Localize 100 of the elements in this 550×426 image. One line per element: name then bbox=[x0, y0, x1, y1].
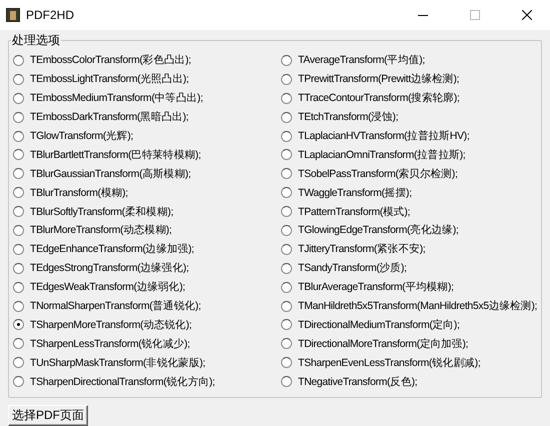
radio-icon[interactable] bbox=[281, 357, 292, 368]
radio-option[interactable]: TLaplacianOmniTransform(拉普拉斯); bbox=[281, 145, 538, 164]
option-label: TJitteryTransform(紧张不安); bbox=[298, 242, 426, 256]
radio-option[interactable]: TSharpenEvenLessTransform(锐化剧减); bbox=[281, 353, 538, 372]
radio-option[interactable]: TEdgesWeakTransform(边缘弱化); bbox=[13, 278, 281, 297]
radio-option[interactable]: TBlurSoftlyTransform(柔和模糊); bbox=[13, 202, 281, 222]
option-label: TEmbossMediumTransform(中等凸出); bbox=[30, 91, 203, 106]
radio-option[interactable]: TDirectionalMoreTransform(定向加强); bbox=[281, 334, 538, 354]
radio-option[interactable]: TBlurMoreTransform(动态模糊); bbox=[13, 221, 281, 240]
radio-icon[interactable] bbox=[281, 74, 292, 85]
radio-option[interactable]: TDirectionalMediumTransform(定向); bbox=[281, 315, 538, 334]
radio-option[interactable]: TWaggleTransform(摇摆); bbox=[281, 183, 538, 202]
radio-icon[interactable] bbox=[281, 224, 292, 236]
option-label: TSharpenEvenLessTransform(锐化剧减); bbox=[298, 356, 480, 370]
radio-option[interactable]: TEtchTransform(浸蚀); bbox=[281, 108, 538, 127]
radio-option[interactable]: TSandyTransform(沙质); bbox=[281, 258, 538, 278]
radio-option[interactable]: TBlurBartlettTransform(巴特莱特模糊); bbox=[13, 145, 281, 164]
option-label: TEdgesStrongTransform(边缘强化); bbox=[30, 261, 189, 276]
radio-option[interactable]: TGlowTransform(光辉); bbox=[13, 126, 281, 146]
radio-option[interactable]: TNormalSharpenTransform(普通锐化); bbox=[13, 296, 281, 316]
radio-option[interactable]: TEmbossMediumTransform(中等凸出); bbox=[13, 88, 281, 108]
radio-icon[interactable] bbox=[281, 319, 292, 330]
radio-option[interactable]: TEdgesStrongTransform(边缘强化); bbox=[13, 258, 281, 278]
radio-icon[interactable] bbox=[13, 92, 24, 104]
option-label: TLaplacianHVTransform(拉普拉斯HV); bbox=[298, 129, 470, 143]
radio-icon[interactable] bbox=[13, 282, 24, 293]
option-label: TGlowingEdgeTransform(亮化边缘); bbox=[298, 223, 458, 238]
option-label: TSharpenLessTransform(锐化减少); bbox=[30, 336, 190, 351]
radio-icon[interactable] bbox=[281, 206, 292, 218]
radio-icon[interactable] bbox=[281, 168, 292, 180]
radio-icon[interactable] bbox=[13, 244, 24, 255]
radio-option[interactable]: TNegativeTransform(反色); bbox=[281, 372, 538, 392]
radio-option[interactable]: TAverageTransform(平均值); bbox=[281, 51, 538, 70]
radio-option[interactable]: TGlowingEdgeTransform(亮化边缘); bbox=[281, 221, 538, 240]
close-icon bbox=[522, 10, 532, 20]
group-title: 处理选项 bbox=[11, 32, 61, 49]
option-label: TSobelPassTransform(索贝尔检测); bbox=[298, 166, 458, 181]
radio-option[interactable]: TTraceContourTransform(搜索轮廓); bbox=[281, 88, 538, 108]
option-label: TAverageTransform(平均值); bbox=[298, 53, 425, 68]
radio-icon[interactable] bbox=[13, 206, 24, 218]
option-label: TBlurMoreTransform(动态模糊); bbox=[30, 223, 172, 238]
radio-option[interactable]: TJitteryTransform(紧张不安); bbox=[281, 240, 538, 259]
radio-icon[interactable] bbox=[281, 130, 292, 142]
radio-icon[interactable] bbox=[13, 338, 24, 350]
radio-icon[interactable] bbox=[281, 187, 292, 198]
option-label: TBlurTransform(模糊); bbox=[30, 186, 128, 200]
option-label: TWaggleTransform(摇摆); bbox=[298, 186, 412, 200]
option-label: TTraceContourTransform(搜索轮廓); bbox=[298, 91, 460, 106]
radio-option[interactable]: TSobelPassTransform(索贝尔检测); bbox=[281, 164, 538, 184]
radio-option[interactable]: TBlurAverageTransform(平均模糊); bbox=[281, 278, 538, 297]
radio-icon[interactable] bbox=[281, 282, 292, 293]
option-label: TDirectionalMediumTransform(定向); bbox=[298, 318, 460, 332]
radio-icon[interactable] bbox=[13, 187, 24, 198]
radio-option[interactable]: TUnSharpMaskTransform(非锐化蒙版); bbox=[13, 353, 281, 372]
radio-option[interactable]: TPatternTransform(模式); bbox=[281, 202, 538, 222]
radio-icon[interactable] bbox=[281, 92, 292, 104]
radio-icon[interactable] bbox=[13, 74, 24, 85]
radio-icon[interactable] bbox=[13, 357, 24, 368]
radio-icon[interactable] bbox=[13, 224, 24, 236]
option-label: TNegativeTransform(反色); bbox=[298, 374, 418, 389]
option-label: TEdgesWeakTransform(边缘弱化); bbox=[30, 280, 186, 294]
radio-option[interactable]: TEmbossDarkTransform(黑暗凸出); bbox=[13, 108, 281, 127]
option-label: TBlurAverageTransform(平均模糊); bbox=[298, 280, 454, 294]
option-label: TEmbossColorTransform(彩色凸出); bbox=[30, 53, 191, 68]
radio-icon[interactable] bbox=[13, 130, 24, 142]
radio-icon[interactable] bbox=[281, 262, 292, 274]
radio-option[interactable]: TEmbossColorTransform(彩色凸出); bbox=[13, 51, 281, 70]
radio-icon[interactable] bbox=[281, 338, 292, 350]
radio-icon[interactable] bbox=[281, 300, 292, 312]
radio-option[interactable]: TBlurGaussianTransform(高斯模糊); bbox=[13, 164, 281, 184]
radio-icon[interactable] bbox=[13, 54, 24, 66]
radio-icon[interactable] bbox=[13, 149, 24, 160]
select-pdf-button[interactable]: 选择PDF页面 bbox=[8, 405, 88, 426]
radio-option[interactable]: TBlurTransform(模糊); bbox=[13, 183, 281, 202]
app-icon bbox=[6, 8, 20, 22]
radio-option[interactable]: TEdgeEnhanceTransform(边缘加强); bbox=[13, 240, 281, 259]
option-label: TSharpenMoreTransform(动态锐化); bbox=[30, 318, 192, 332]
radio-option[interactable]: TSharpenMoreTransform(动态锐化); bbox=[13, 315, 281, 334]
radio-icon[interactable] bbox=[281, 149, 292, 160]
radio-icon[interactable] bbox=[13, 262, 24, 274]
radio-icon[interactable] bbox=[281, 376, 292, 388]
window-title: PDF2HD bbox=[26, 8, 76, 22]
radio-option[interactable]: TManHildreth5x5Transform(ManHildreth5x5边缘检测); bbox=[281, 296, 538, 316]
radio-option[interactable]: TSharpenLessTransform(锐化减少); bbox=[13, 334, 281, 354]
radio-icon[interactable] bbox=[281, 244, 292, 255]
radio-option[interactable]: TSharpenDirectionalTransform(锐化方向); bbox=[13, 372, 281, 392]
radio-icon[interactable] bbox=[281, 112, 292, 123]
radio-option[interactable]: TEmbossLightTransform(光照凸出); bbox=[13, 70, 281, 89]
radio-icon[interactable] bbox=[13, 112, 24, 123]
radio-icon[interactable] bbox=[281, 54, 292, 66]
option-label: TGlowTransform(光辉); bbox=[30, 129, 134, 143]
radio-option[interactable]: TLaplacianHVTransform(拉普拉斯HV); bbox=[281, 126, 538, 146]
radio-icon[interactable] bbox=[13, 319, 24, 330]
maximize-icon bbox=[470, 10, 480, 20]
option-label: TEmbossLightTransform(光照凸出); bbox=[30, 72, 189, 86]
radio-icon[interactable] bbox=[13, 168, 24, 180]
radio-icon[interactable] bbox=[13, 376, 24, 388]
radio-icon[interactable] bbox=[13, 300, 24, 312]
radio-option[interactable]: TPrewittTransform(Prewitt边缘检测); bbox=[281, 70, 538, 89]
option-label: TEmbossDarkTransform(黑暗凸出); bbox=[30, 110, 188, 124]
